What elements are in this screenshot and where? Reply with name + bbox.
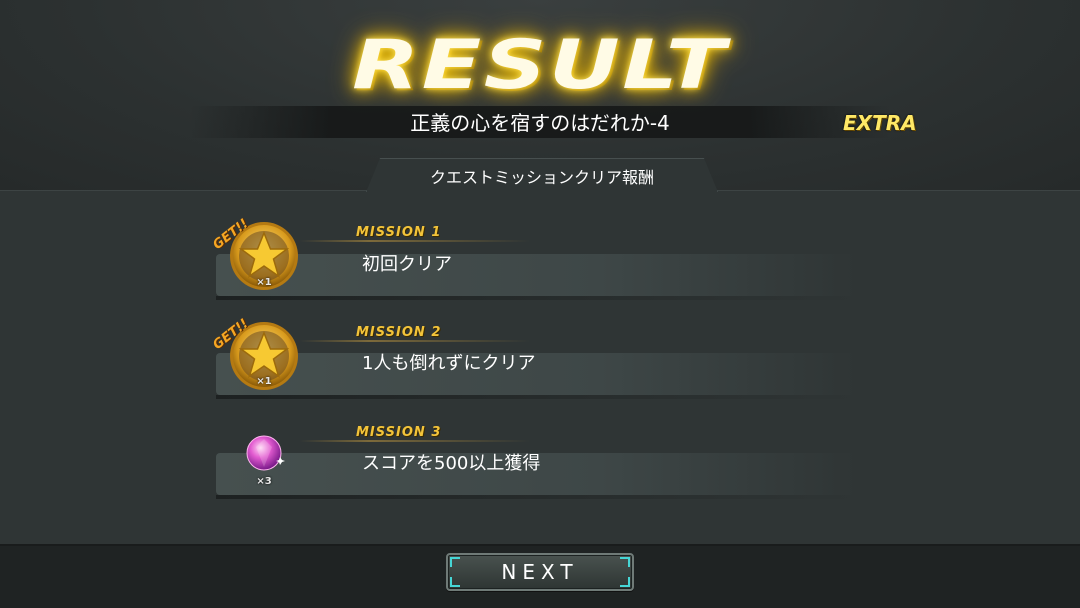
mission-label-3: MISSION 3: [356, 425, 442, 440]
pink-gem-icon: [246, 435, 285, 471]
tab-label: クエストミッションクリア報酬: [429, 168, 654, 187]
mission-row-shadow: [216, 296, 856, 300]
reward-quantity: ×1: [256, 277, 272, 288]
next-button-label: NEXT: [501, 560, 579, 584]
result-title: RESULT: [352, 26, 728, 105]
mission-label-2: MISSION 2: [356, 325, 442, 340]
difficulty-badge: EXTRA: [843, 111, 917, 135]
quest-name: 正義の心を宿すのはだれか-4: [410, 111, 670, 135]
next-button[interactable]: NEXT: [446, 553, 634, 591]
reward-quantity: ×1: [256, 376, 272, 387]
mission-row-shadow: [216, 395, 856, 399]
mission-text-2: 1人も倒れずにクリア: [362, 353, 536, 374]
mission-label-1: MISSION 1: [356, 225, 442, 240]
reward-quantity: ×3: [256, 476, 272, 487]
mission-text-1: 初回クリア: [362, 254, 452, 275]
mission-row-shadow: [216, 495, 856, 499]
mission-text-3: スコアを500以上獲得: [362, 453, 541, 474]
